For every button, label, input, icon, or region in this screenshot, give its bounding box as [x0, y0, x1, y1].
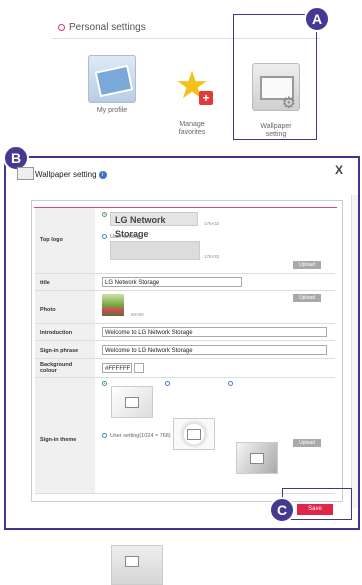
- photo-thumbnail: [102, 294, 124, 316]
- background-colour-input[interactable]: #FFFFFF: [102, 363, 132, 373]
- radio-theme-3[interactable]: [228, 381, 233, 386]
- radio-default-logo[interactable]: [102, 212, 107, 217]
- radio-theme-user[interactable]: [102, 433, 107, 438]
- callout-c: C: [269, 497, 295, 523]
- color-picker-swatch[interactable]: [134, 363, 144, 373]
- dialog-title: Wallpaper setting i: [35, 170, 107, 179]
- row-divider: [35, 273, 335, 274]
- upload-photo-button[interactable]: Upload: [293, 294, 321, 302]
- theme-2-preview: [173, 418, 215, 450]
- personal-settings-title: Personal settings: [58, 22, 146, 33]
- label-background-colour: Background colour: [40, 362, 73, 374]
- upload-theme-button[interactable]: Upload: [293, 439, 321, 447]
- logo-size: 176×32: [204, 221, 220, 226]
- callout-a: A: [304, 6, 330, 32]
- introduction-input[interactable]: Welcome to LG Network Storage: [102, 327, 327, 337]
- label-photo: Photo: [40, 307, 56, 313]
- info-icon[interactable]: i: [98, 170, 107, 179]
- label-signin-phrase: Sign-in phrase: [40, 348, 79, 354]
- label-introduction: Introduction: [40, 330, 73, 336]
- photo-size: 50×50: [131, 312, 144, 317]
- theme-3-preview: [236, 442, 278, 474]
- default-logo-preview: LG Network Storage: [110, 212, 198, 239]
- row-divider: [35, 290, 335, 291]
- save-button[interactable]: Save: [297, 504, 333, 515]
- theme-user-preview: [111, 545, 163, 585]
- scrollbar[interactable]: [351, 195, 358, 508]
- callout-frame-a: [233, 14, 317, 140]
- upload-logo-button[interactable]: Upload: [293, 261, 321, 269]
- manage-favorites-button[interactable]: ★ + Manage favorites: [157, 55, 227, 137]
- signin-phrase-input[interactable]: Welcome to LG Network Storage: [102, 345, 327, 355]
- label-top-logo: Top logo: [40, 237, 63, 243]
- radio-user-logo[interactable]: [102, 234, 107, 239]
- label-signin-theme: Sign-in theme: [40, 437, 77, 443]
- user-logo-size: 176×32: [204, 254, 220, 259]
- user-logo-placeholder: [110, 241, 200, 260]
- radio-theme-1[interactable]: [102, 381, 107, 386]
- theme-user-setting-label: User setting(1024 × 768): [110, 433, 171, 439]
- star-plus-icon: ★ +: [169, 63, 215, 109]
- profile-card-icon: [88, 55, 136, 103]
- theme-1-preview: [111, 386, 153, 418]
- row-divider: [35, 340, 335, 341]
- row-divider: [35, 377, 335, 378]
- my-profile-button[interactable]: My profile: [77, 55, 147, 115]
- row-divider: [35, 323, 335, 324]
- title-input[interactable]: LG Network Storage: [102, 277, 242, 287]
- bullet-icon: [58, 23, 65, 31]
- radio-theme-2[interactable]: [165, 381, 170, 386]
- close-button[interactable]: X: [335, 163, 343, 177]
- row-divider: [35, 358, 335, 359]
- wallpaper-icon: [17, 167, 34, 180]
- label-title: title: [40, 280, 50, 286]
- user-setting-label: User setting: [110, 234, 140, 240]
